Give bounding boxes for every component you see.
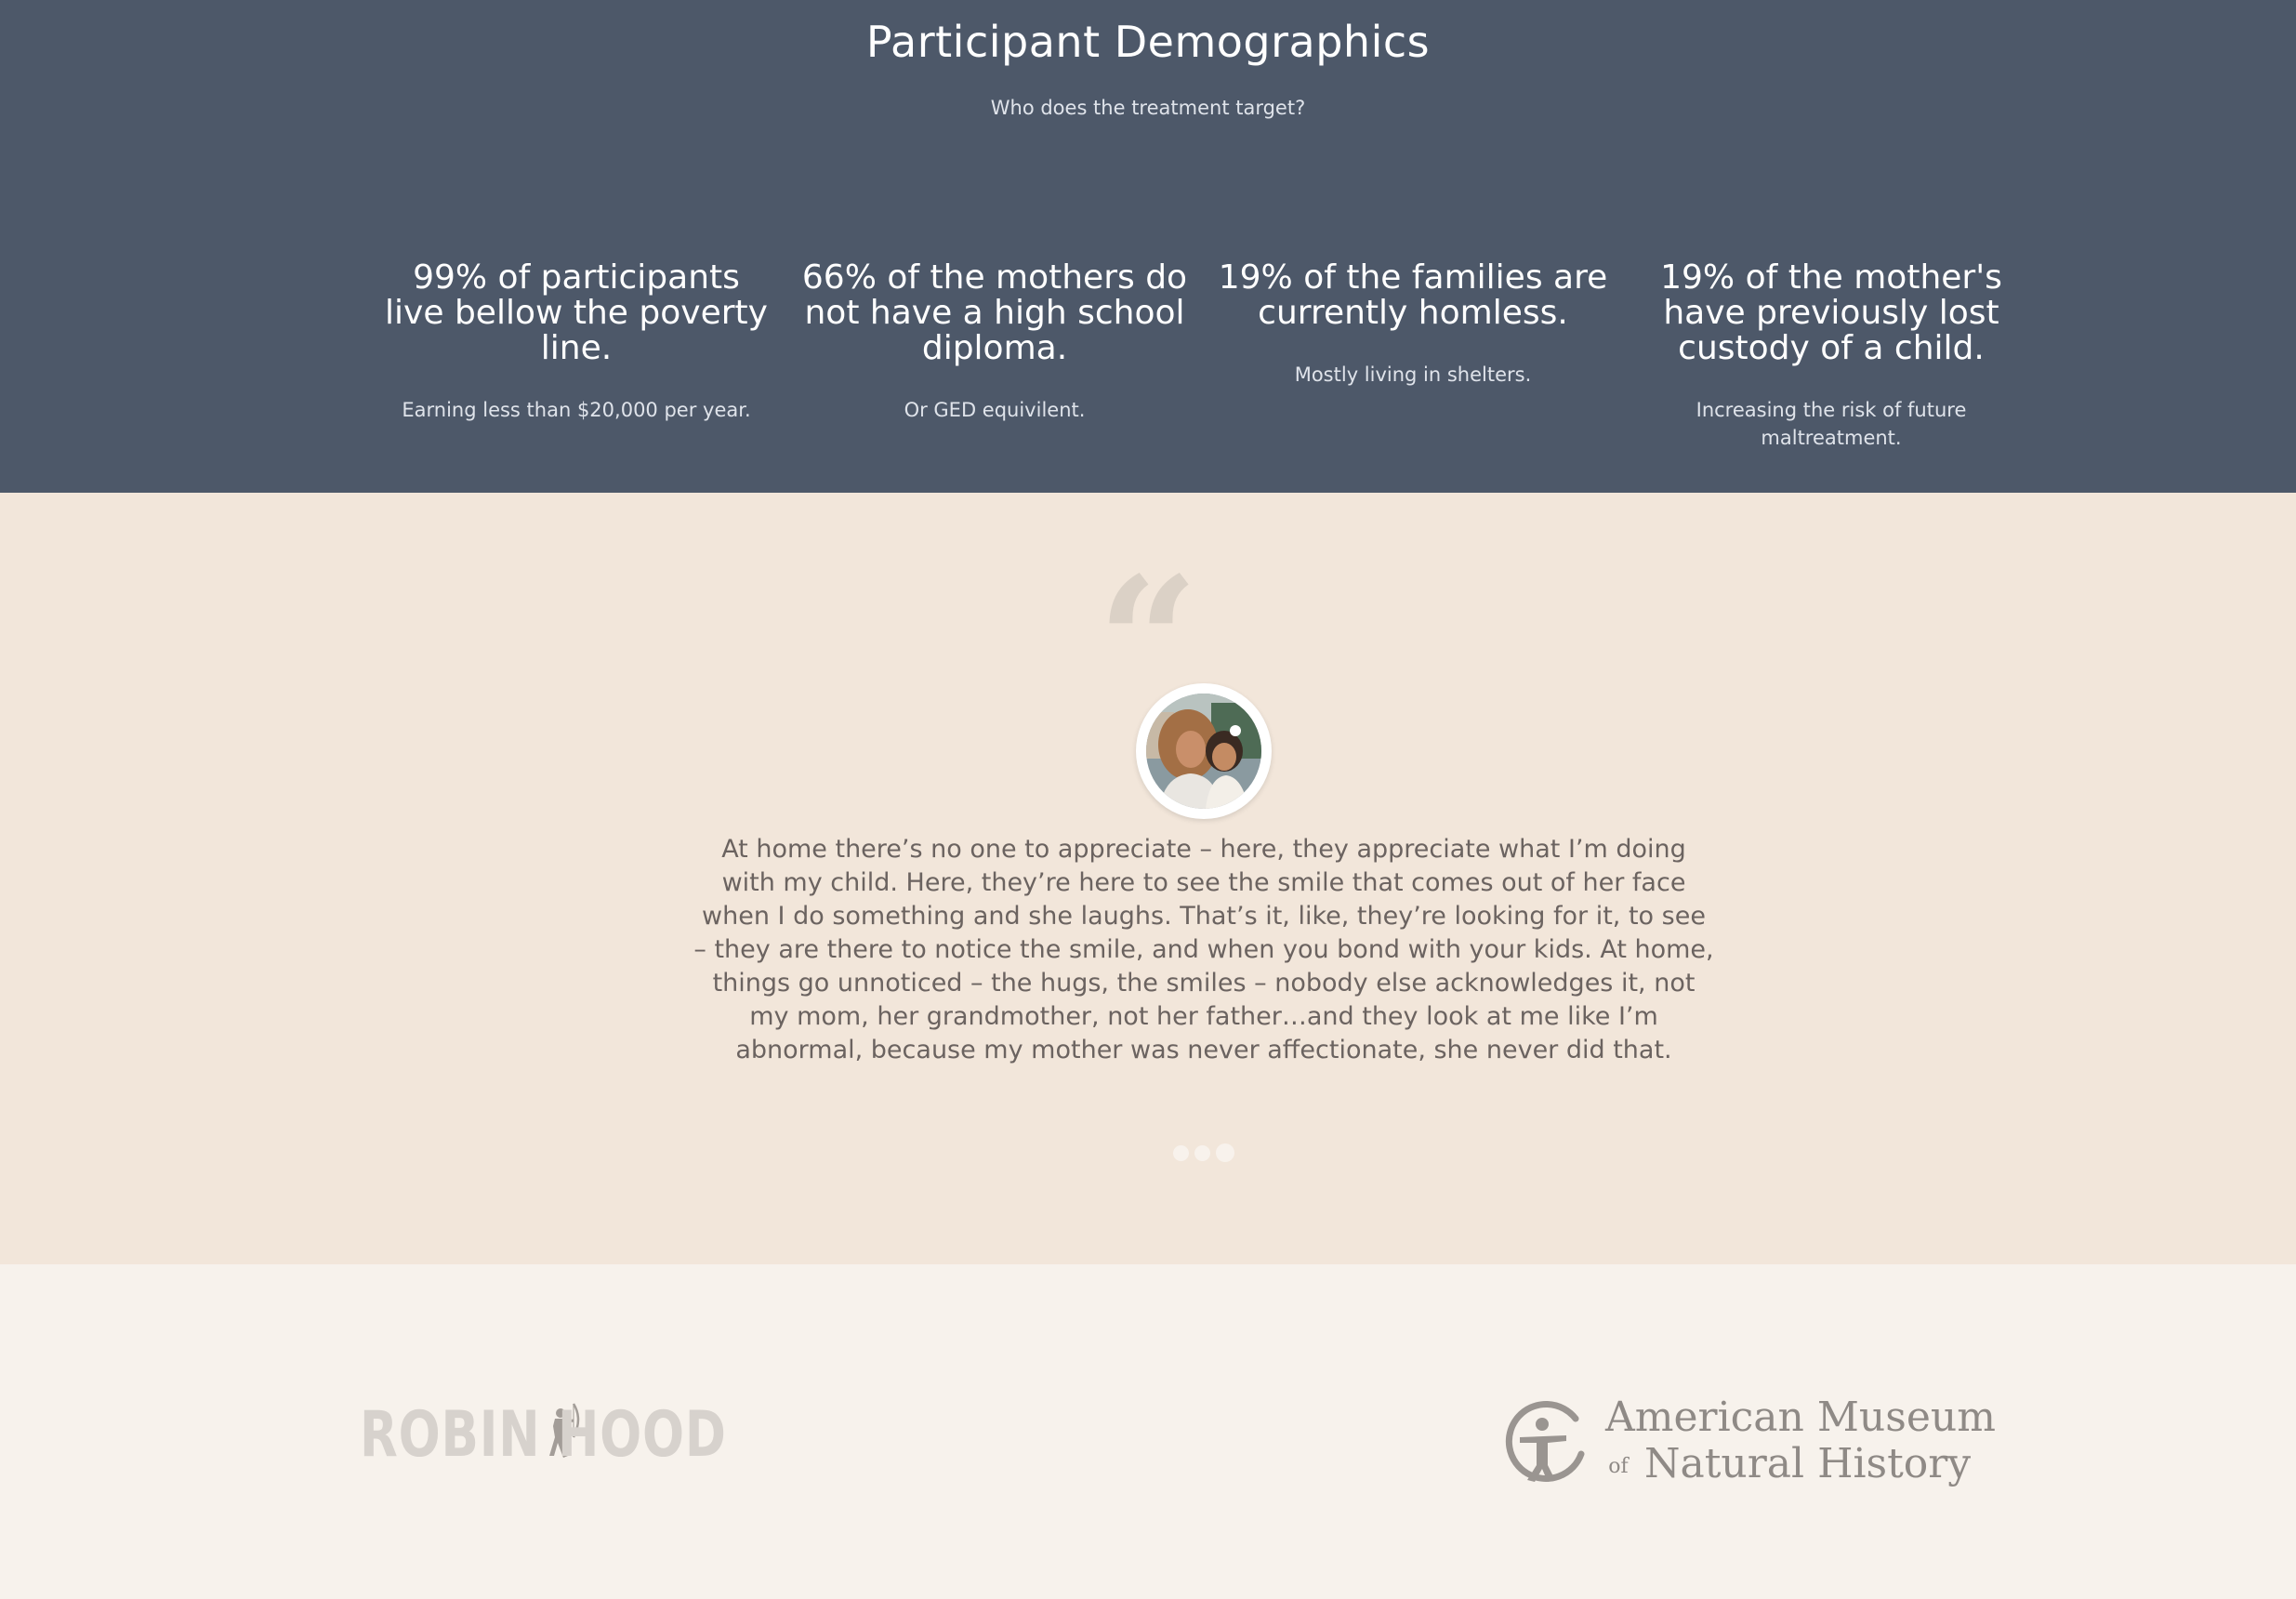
stat-custody: 19% of the mother's have previously lost… [1636,260,2026,452]
amnh-name-line2: of Natural History [1605,1441,1971,1487]
stat-poverty: 99% of participants live bellow the pove… [381,260,772,424]
quote-icon: “ [1097,554,1198,656]
stat-heading: 19% of the mother's have previously lost… [1660,258,2002,367]
pagination-dot[interactable] [1194,1144,1210,1161]
stat-heading: 66% of the mothers do not have a high sc… [801,258,1188,367]
stat-homeless: 19% of the families are currently homles… [1218,260,1608,389]
section-subtitle: Who does the treatment target? [990,97,1306,119]
robinhood-logo-text: ROBIN [360,1398,541,1472]
stat-note: Mostly living in shelters. [1294,363,1532,386]
amnh-emblem-icon [1505,1400,1585,1482]
stat-note: Or GED equivilent. [904,399,1086,421]
pagination-dot-active[interactable] [1216,1143,1234,1162]
stat-note: Increasing the risk of future maltreatme… [1696,399,1967,449]
testimonial-quote: At home there’s no one to appreciate – h… [693,835,1714,1064]
amnh-of: of [1608,1454,1629,1478]
stat-heading: 19% of the families are currently homles… [1218,258,1608,332]
amnh-logo[interactable]: American Museum of Natural History [1501,1394,1996,1497]
carousel-pagination [1173,1143,1234,1163]
stat-diploma: 66% of the mothers do not have a high sc… [799,260,1190,424]
amnh-name-natural-history: Natural History [1644,1440,1972,1487]
demographics-section: Participant Demographics Who does the tr… [0,0,2296,493]
section-title: Participant Demographics [865,17,1431,67]
amnh-name-line1: American Museum [1605,1394,1996,1441]
stat-heading: 99% of participants live bellow the pove… [385,258,768,367]
pagination-dot[interactable] [1173,1144,1189,1161]
stat-note: Earning less than $20,000 per year. [402,399,751,421]
avatar-photo [1146,694,1261,809]
partners-section: ROBIN HOOD American Museum of Natural Hi… [0,1264,2296,1599]
robinhood-logo-text: HOOD [558,1398,727,1472]
avatar [1136,683,1272,819]
